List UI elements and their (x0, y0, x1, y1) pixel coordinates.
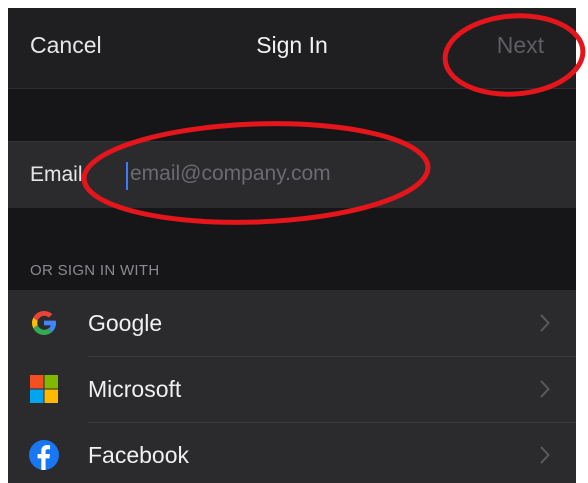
facebook-icon (29, 440, 59, 470)
row-divider (88, 422, 576, 423)
next-button[interactable]: Next (497, 32, 544, 59)
sign-in-with-section: OR SIGN IN WITH (8, 208, 576, 290)
microsoft-sign-in-row[interactable]: Microsoft (8, 356, 576, 422)
screenshot-frame: Cancel Sign In Next Email OR SIGN IN WIT… (0, 0, 588, 483)
facebook-sign-in-row[interactable]: Facebook (8, 422, 576, 483)
provider-list: Google Microsoft Facebook (8, 290, 576, 483)
provider-label: Google (88, 310, 163, 336)
section-spacer (8, 89, 576, 141)
chevron-right-icon (540, 314, 550, 332)
chevron-right-icon (540, 380, 550, 398)
provider-label: Facebook (88, 442, 190, 468)
email-input[interactable] (124, 155, 550, 193)
provider-label: Microsoft (88, 376, 182, 402)
google-icon (32, 310, 57, 336)
microsoft-icon (30, 375, 58, 403)
sign-in-screen: Cancel Sign In Next Email OR SIGN IN WIT… (8, 8, 576, 483)
page-title: Sign In (256, 32, 328, 58)
email-row: Email (8, 141, 576, 209)
navigation-bar: Cancel Sign In Next (8, 8, 576, 89)
row-divider (88, 356, 576, 357)
section-header-label: OR SIGN IN WITH (30, 262, 160, 279)
email-label: Email (30, 163, 83, 186)
text-caret (126, 162, 128, 190)
chevron-right-icon (540, 446, 550, 464)
google-sign-in-row[interactable]: Google (8, 290, 576, 356)
